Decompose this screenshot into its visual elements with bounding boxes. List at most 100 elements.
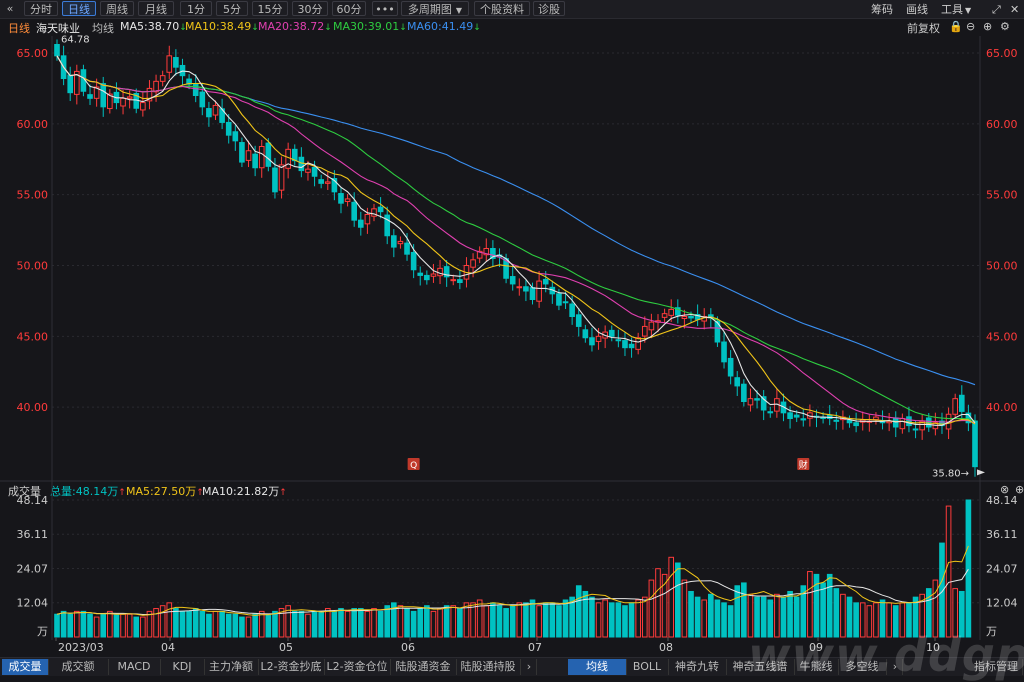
price-label-right: 40.00 (986, 401, 1018, 414)
candle-body (661, 313, 668, 318)
volume-bar (958, 590, 965, 638)
volume-bar (826, 573, 833, 638)
volume-grid: 48.14 48.14 36.11 36.11 24.07 24.07 12.04 12.04 (17, 494, 1018, 610)
volume-bar (595, 602, 602, 638)
max-price-marker: 64.78 (61, 35, 90, 46)
volume-bar (364, 610, 371, 638)
volume-bar (424, 605, 430, 638)
price-label-right: 65.00 (986, 47, 1018, 60)
candle-body (542, 278, 549, 285)
candle-body (430, 273, 437, 277)
last-price-pointer-icon (977, 469, 985, 476)
candle-body (793, 414, 800, 418)
volume-bar (635, 599, 641, 638)
volume-bar (655, 568, 661, 638)
volume-bar (641, 596, 648, 638)
volume-bar (133, 616, 140, 638)
volume-bar (100, 613, 107, 638)
volume-bar (192, 608, 199, 638)
volume-bar (239, 616, 245, 638)
volume-bar (708, 593, 714, 638)
candle-body (575, 314, 582, 327)
candle-body (245, 150, 252, 161)
date-label: 04 (161, 641, 175, 654)
candle-body (424, 274, 430, 281)
ma10-line (56, 55, 976, 425)
price-label-left: 60.00 (17, 118, 49, 131)
volume-bar (622, 605, 628, 638)
volume-bar (681, 579, 688, 638)
candle-body (853, 422, 859, 427)
volume-label-right: 36.11 (986, 528, 1018, 541)
volume-bar (714, 599, 721, 638)
volume-bar (542, 602, 549, 638)
event-marker-label: 财 (799, 459, 808, 471)
volume-bar (219, 610, 225, 638)
volume-bar (820, 582, 826, 638)
volume-bar (265, 613, 272, 638)
candle-body (582, 329, 589, 339)
volume-bar (575, 585, 582, 638)
candle-body (912, 428, 919, 431)
candle-body (787, 412, 793, 420)
candle-body (344, 198, 351, 202)
candle-body (225, 121, 232, 136)
candle-body (668, 308, 675, 316)
candle-body (364, 214, 371, 225)
volume-bar (668, 556, 675, 638)
candle-body (120, 97, 126, 107)
candle-body (278, 164, 285, 191)
date-label: 10 (926, 641, 940, 654)
candle-body (899, 418, 906, 430)
volume-bar (252, 613, 258, 638)
volume-bar (324, 608, 331, 638)
volume-label-left: 24.07 (17, 563, 49, 576)
candle-body (252, 153, 258, 169)
volume-bar (906, 602, 912, 638)
candle-body (892, 417, 899, 428)
candle-body (635, 337, 641, 350)
volume-bar (126, 613, 133, 638)
volume-bar (952, 588, 958, 638)
volume-bar (727, 605, 734, 638)
volume-bar (873, 602, 879, 638)
candle-body (741, 383, 747, 403)
event-marker-label: Q (410, 461, 417, 471)
candle-body (952, 398, 958, 415)
candle-body (272, 167, 278, 193)
volume-bar (694, 596, 701, 638)
volume-label-left: 48.14 (17, 494, 49, 507)
volume-bar (450, 605, 457, 638)
volume-bar (807, 571, 813, 638)
volume-bar (602, 599, 608, 638)
candles (54, 39, 978, 477)
price-label-left: 50.00 (17, 260, 49, 273)
candle-body (721, 341, 727, 363)
candle-body (265, 142, 272, 167)
candle-body (377, 206, 384, 213)
volume-bar (912, 596, 919, 638)
volume-bar (754, 596, 760, 638)
ma30-line (56, 55, 976, 422)
volume-bar (859, 602, 866, 638)
candle-body (410, 251, 417, 271)
volume-bar (457, 608, 463, 638)
event-marker-0: Q (407, 458, 420, 471)
date-label: 2023/03 (58, 641, 104, 654)
stock-chart: 65.00 65.00 60.00 60.00 55.00 55.00 50.00 50.00… (0, 35, 1024, 654)
candle-body (457, 279, 463, 283)
moving-averages (56, 55, 976, 426)
candle-body (569, 303, 575, 317)
date-axis: 2023/03 04 05 06 07 08 09 10 (55, 637, 940, 654)
volume-bar (166, 602, 173, 638)
date-label: 07 (528, 641, 542, 654)
volume-bar (853, 602, 859, 638)
candle-body (166, 55, 173, 73)
candle-body (615, 339, 622, 342)
volume-label-right: 24.07 (986, 563, 1018, 576)
candle-body (54, 44, 60, 57)
volume-bar (747, 593, 754, 638)
candle-body (622, 340, 628, 349)
volume-bar (430, 610, 437, 638)
candle-body (727, 357, 734, 377)
